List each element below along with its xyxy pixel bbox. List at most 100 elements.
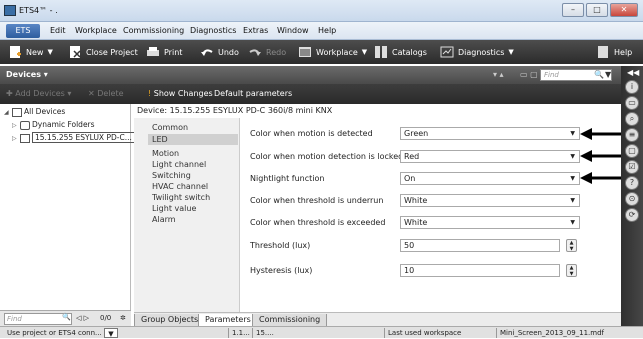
chevron-down-icon[interactable]: ▼	[104, 328, 118, 338]
help-button[interactable]: Help	[596, 44, 632, 60]
tree-footer: Find 🔍 ◁ ▷ 0/0 ✲	[0, 310, 131, 326]
tree-item-dynamic-folders[interactable]: ▷ Dynamic Folders	[12, 119, 95, 131]
prev-next-icon[interactable]: ◁ ▷	[76, 314, 89, 322]
tree-item-device[interactable]: ▷ 15.15.255 ESYLUX PD-C...	[12, 132, 135, 144]
menu-window[interactable]: Window	[277, 26, 309, 35]
panel-menu-icon[interactable]: ▾ ▴	[493, 70, 504, 79]
nav-hvac-channel[interactable]: HVAC channel	[152, 181, 208, 192]
menu-commissioning[interactable]: Commissioning	[123, 26, 184, 35]
search-icon[interactable]: 🔍	[62, 313, 71, 321]
result-count: 0/0	[100, 314, 112, 322]
status-bar: Use project or ETS4 conn... ▼ 1.1... 15.…	[0, 326, 643, 338]
spin-button[interactable]: ▲ ▼	[566, 264, 577, 277]
expand-icon[interactable]: ▷	[12, 120, 20, 132]
info-icon[interactable]: i	[625, 80, 639, 94]
gear-icon[interactable]: ✲	[120, 314, 126, 322]
status-address-2: 15....	[252, 328, 282, 338]
close-window-button[interactable]: ✕	[610, 3, 638, 17]
nav-alarm[interactable]: Alarm	[152, 214, 176, 225]
folder-icon	[20, 120, 30, 130]
minimize-button[interactable]: –	[562, 3, 584, 17]
param-label: Hysteresis (lux)	[250, 266, 313, 275]
param-label: Color when threshold is underrun	[250, 196, 384, 205]
menu-edit[interactable]: Edit	[50, 26, 66, 35]
chevron-down-icon: ▼	[570, 197, 575, 204]
help-label: Help	[614, 47, 633, 57]
menu-extras[interactable]: Extras	[243, 26, 268, 35]
bottom-tabs: Group Objects Parameters Commissioning	[134, 312, 621, 327]
device-icon	[20, 133, 30, 143]
folder-icon[interactable]: ▭	[625, 96, 639, 110]
chevron-down-icon: ▼	[570, 175, 575, 182]
menu-help[interactable]: Help	[318, 26, 336, 35]
exclamation-icon: !	[148, 89, 152, 98]
menu-ets[interactable]: ETS	[6, 24, 40, 38]
param-number-input[interactable]: 10	[400, 264, 560, 277]
workspace-label: Last used workspace	[384, 328, 494, 338]
redo-label: Redo	[266, 47, 287, 57]
print-button[interactable]: Print	[146, 44, 182, 60]
checklist-icon[interactable]: ☑	[625, 160, 639, 174]
print-label: Print	[164, 47, 183, 57]
collapse-left-icon[interactable]: ◀◀	[627, 68, 639, 77]
device-tree: ◢ All Devices ▷ Dynamic Folders ▷ 15.15.255…	[0, 104, 135, 310]
devices-title[interactable]: Devices ▾	[6, 70, 48, 79]
nav-switching[interactable]: Switching	[152, 170, 191, 181]
show-changes-button[interactable]: ! Show Changes	[148, 89, 213, 98]
pin-icon[interactable]: ⊙	[625, 192, 639, 206]
monitor-icon[interactable]: ▢	[625, 144, 639, 158]
delete-button[interactable]: ✕ Delete	[88, 89, 124, 98]
maximize-button[interactable]: □	[586, 3, 608, 17]
chevron-down-icon: ▼	[47, 48, 53, 56]
spin-button[interactable]: ▲ ▼	[566, 239, 577, 252]
nav-light-channel[interactable]: Light channel	[152, 159, 206, 170]
chevron-down-icon: ▼	[570, 153, 575, 160]
search-icon[interactable]: 🔍	[594, 70, 604, 79]
filter-icon[interactable]: ▼	[605, 70, 611, 79]
param-select[interactable]: White ▼	[400, 194, 580, 207]
default-parameters-button[interactable]: Default parameters	[214, 89, 292, 98]
param-select[interactable]: Green ▼	[400, 127, 580, 140]
workspace-file: Mini_Screen_2013_09_11.mdf	[496, 328, 636, 338]
add-devices-button[interactable]: ✚ Add Devices ▾	[6, 89, 71, 98]
nav-light-value[interactable]: Light value	[152, 203, 196, 214]
status-address-1: 1.1...	[228, 328, 250, 338]
parameter-nav: Common LED Motion Light channel Switchin…	[134, 118, 240, 312]
param-label: Nightlight function	[250, 174, 325, 183]
nav-twilight-switch[interactable]: Twilight switch	[152, 192, 210, 203]
help-icon[interactable]: ?	[625, 176, 639, 190]
nav-led[interactable]: LED	[148, 134, 238, 145]
chevron-down-icon: ▼	[508, 48, 514, 56]
param-select[interactable]: On ▼	[400, 172, 580, 185]
nav-common[interactable]: Common	[152, 122, 188, 133]
diagnostics-button[interactable]: Diagnostics ▼	[440, 44, 514, 60]
right-tool-strip: ◀◀ i ▭ ⌕ ≡ ▢ ☑ ? ⊙ ⟳	[621, 66, 643, 326]
refresh-icon[interactable]: ⟳	[625, 208, 639, 222]
param-select[interactable]: White ▼	[400, 216, 580, 229]
workplace-button[interactable]: Workplace ▼	[298, 44, 367, 60]
expand-icon[interactable]: ▷	[12, 133, 20, 145]
undo-button[interactable]: Undo	[200, 44, 239, 60]
redo-icon	[248, 45, 262, 59]
param-number-input[interactable]: 50	[400, 239, 560, 252]
list-icon[interactable]: ≡	[625, 128, 639, 142]
new-label: New	[26, 47, 44, 57]
parameter-panel: Common LED Motion Light channel Switchin…	[134, 118, 621, 312]
menu-workplace[interactable]: Workplace	[75, 26, 117, 35]
nav-motion[interactable]: Motion	[152, 148, 179, 159]
devices-panel-header: Devices ▾ ▾ ▴ ▭ ▢ ✕ Find 🔍 ▼	[0, 66, 621, 84]
redo-button[interactable]: Redo	[248, 44, 286, 60]
printer-icon	[146, 45, 160, 59]
diagnostics-icon	[440, 45, 454, 59]
menu-diagnostics[interactable]: Diagnostics	[190, 26, 236, 35]
new-button[interactable]: New ▼	[8, 44, 53, 60]
collapse-icon[interactable]: ◢	[4, 107, 12, 119]
arrow-left-icon	[580, 150, 622, 162]
search-icon[interactable]: ⌕	[625, 112, 639, 126]
param-select[interactable]: Red ▼	[400, 150, 580, 163]
help-book-icon	[596, 45, 610, 59]
close-project-button[interactable]: Close Project	[68, 44, 138, 60]
tree-item-all-devices[interactable]: ◢ All Devices	[4, 106, 65, 118]
catalogs-button[interactable]: Catalogs	[374, 44, 427, 60]
close-project-label: Close Project	[86, 47, 138, 57]
